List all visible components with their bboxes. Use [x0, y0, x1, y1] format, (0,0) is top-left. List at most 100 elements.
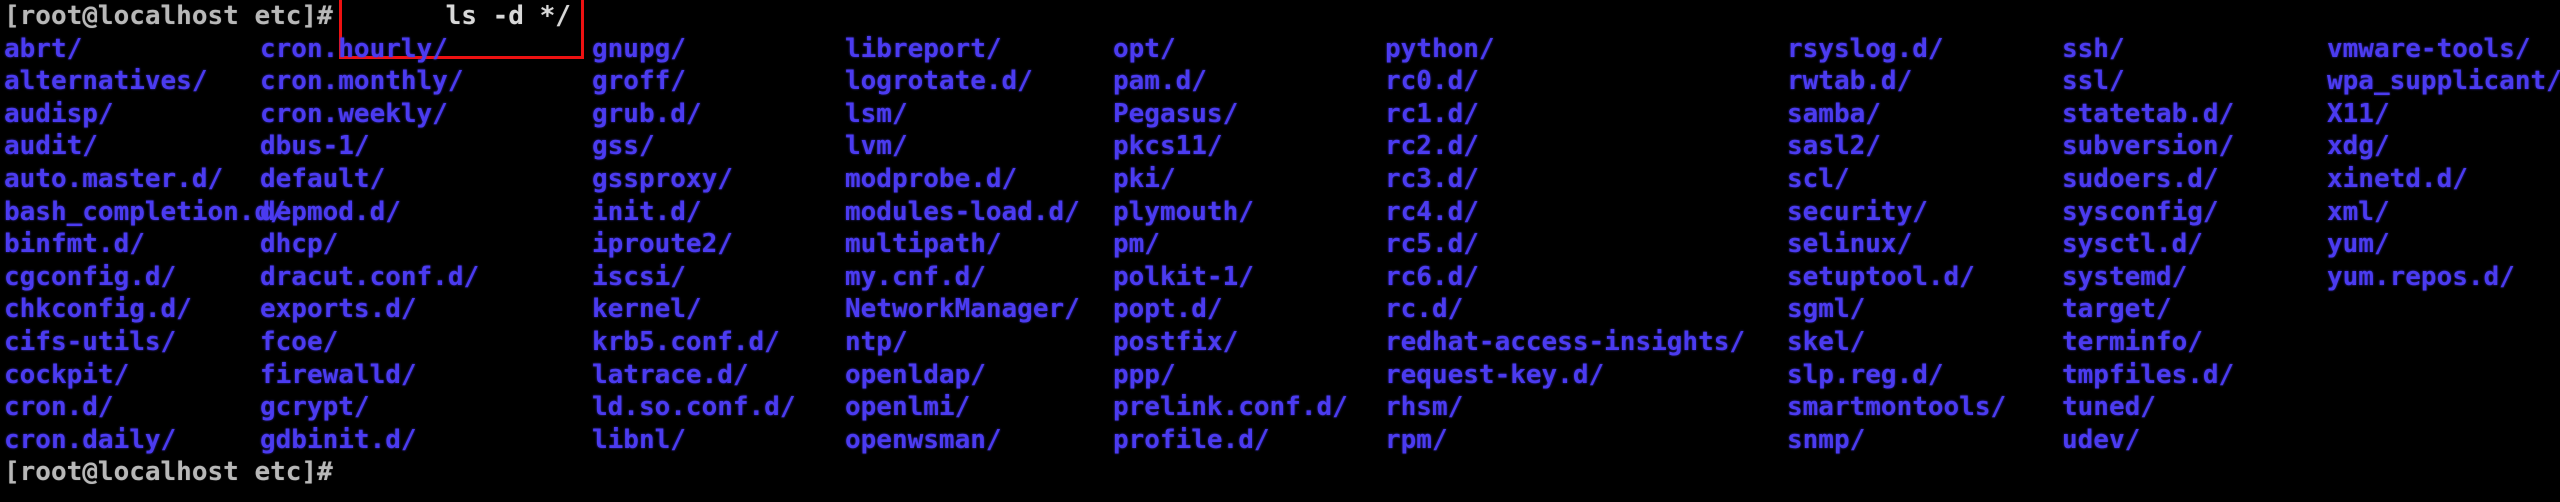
directory-entry[interactable]: rc.d/ [1385, 293, 1787, 326]
directory-entry[interactable]: audit/ [4, 130, 260, 163]
directory-entry[interactable]: binfmt.d/ [4, 228, 260, 261]
directory-entry[interactable]: sysctl.d/ [2062, 228, 2327, 261]
directory-entry[interactable]: subversion/ [2062, 130, 2327, 163]
directory-entry[interactable]: logrotate.d/ [845, 65, 1113, 98]
directory-entry[interactable]: request-key.d/ [1385, 359, 1787, 392]
directory-entry[interactable]: gnupg/ [592, 33, 845, 66]
directory-entry[interactable]: grub.d/ [592, 98, 845, 131]
directory-entry[interactable]: X11/ [2327, 98, 2560, 131]
directory-entry[interactable]: selinux/ [1787, 228, 2062, 261]
directory-entry[interactable]: dbus-1/ [260, 130, 592, 163]
directory-entry[interactable]: profile.d/ [1113, 424, 1385, 457]
directory-entry[interactable]: slp.reg.d/ [1787, 359, 2062, 392]
directory-entry[interactable]: libreport/ [845, 33, 1113, 66]
directory-entry[interactable]: cron.monthly/ [260, 65, 592, 98]
directory-entry[interactable]: abrt/ [4, 33, 260, 66]
directory-entry[interactable]: openldap/ [845, 359, 1113, 392]
directory-entry[interactable]: openwsman/ [845, 424, 1113, 457]
directory-entry[interactable]: NetworkManager/ [845, 293, 1113, 326]
directory-entry[interactable]: opt/ [1113, 33, 1385, 66]
directory-entry[interactable]: groff/ [592, 65, 845, 98]
directory-entry[interactable]: sudoers.d/ [2062, 163, 2327, 196]
directory-entry[interactable]: scl/ [1787, 163, 2062, 196]
directory-entry[interactable]: kernel/ [592, 293, 845, 326]
directory-entry[interactable]: skel/ [1787, 326, 2062, 359]
directory-entry[interactable]: lvm/ [845, 130, 1113, 163]
directory-entry[interactable]: setuptool.d/ [1787, 261, 2062, 294]
directory-entry[interactable]: gssproxy/ [592, 163, 845, 196]
directory-entry[interactable]: chkconfig.d/ [4, 293, 260, 326]
directory-entry[interactable]: rwtab.d/ [1787, 65, 2062, 98]
directory-entry[interactable]: popt.d/ [1113, 293, 1385, 326]
directory-entry[interactable]: rhsm/ [1385, 391, 1787, 424]
directory-entry[interactable]: rc2.d/ [1385, 130, 1787, 163]
directory-entry[interactable]: tuned/ [2062, 391, 2327, 424]
directory-entry[interactable]: multipath/ [845, 228, 1113, 261]
directory-entry[interactable]: yum.repos.d/ [2327, 261, 2560, 294]
directory-entry[interactable]: sysconfig/ [2062, 196, 2327, 229]
directory-entry[interactable]: yum/ [2327, 228, 2560, 261]
directory-entry[interactable]: rsyslog.d/ [1787, 33, 2062, 66]
directory-entry[interactable]: cron.weekly/ [260, 98, 592, 131]
directory-entry[interactable]: xml/ [2327, 196, 2560, 229]
directory-entry[interactable]: cgconfig.d/ [4, 261, 260, 294]
directory-entry[interactable]: systemd/ [2062, 261, 2327, 294]
directory-entry[interactable]: auto.master.d/ [4, 163, 260, 196]
directory-entry[interactable]: modprobe.d/ [845, 163, 1113, 196]
directory-entry[interactable]: gss/ [592, 130, 845, 163]
directory-entry[interactable]: smartmontools/ [1787, 391, 2062, 424]
directory-entry[interactable]: wpa_supplicant/ [2327, 65, 2560, 98]
directory-entry[interactable]: pkcs11/ [1113, 130, 1385, 163]
directory-entry[interactable]: prelink.conf.d/ [1113, 391, 1385, 424]
directory-entry[interactable]: openlmi/ [845, 391, 1113, 424]
directory-entry[interactable]: sgml/ [1787, 293, 2062, 326]
directory-entry[interactable]: xdg/ [2327, 130, 2560, 163]
directory-entry[interactable]: target/ [2062, 293, 2327, 326]
directory-entry[interactable]: xinetd.d/ [2327, 163, 2560, 196]
directory-entry[interactable]: snmp/ [1787, 424, 2062, 457]
directory-entry[interactable]: depmod.d/ [260, 196, 592, 229]
directory-entry[interactable]: dhcp/ [260, 228, 592, 261]
directory-entry[interactable]: python/ [1385, 33, 1787, 66]
directory-entry[interactable]: rc6.d/ [1385, 261, 1787, 294]
directory-entry[interactable]: rc5.d/ [1385, 228, 1787, 261]
directory-entry[interactable]: audisp/ [4, 98, 260, 131]
directory-entry[interactable]: ntp/ [845, 326, 1113, 359]
directory-entry[interactable]: ppp/ [1113, 359, 1385, 392]
directory-entry[interactable]: iproute2/ [592, 228, 845, 261]
directory-entry[interactable]: samba/ [1787, 98, 2062, 131]
directory-entry[interactable]: rpm/ [1385, 424, 1787, 457]
directory-entry[interactable]: modules-load.d/ [845, 196, 1113, 229]
directory-entry[interactable]: Pegasus/ [1113, 98, 1385, 131]
directory-entry[interactable]: terminfo/ [2062, 326, 2327, 359]
terminal-window[interactable]: [root@localhost etc]# ls -d */ abrt/cron… [0, 0, 2560, 502]
directory-entry[interactable]: gcrypt/ [260, 391, 592, 424]
directory-entry[interactable]: cron.d/ [4, 391, 260, 424]
directory-entry[interactable]: redhat-access-insights/ [1385, 326, 1787, 359]
directory-entry[interactable]: alternatives/ [4, 65, 260, 98]
directory-entry[interactable]: ld.so.conf.d/ [592, 391, 845, 424]
directory-entry[interactable]: udev/ [2062, 424, 2327, 457]
directory-entry[interactable]: cockpit/ [4, 359, 260, 392]
directory-entry[interactable]: pam.d/ [1113, 65, 1385, 98]
directory-entry[interactable]: iscsi/ [592, 261, 845, 294]
directory-entry[interactable]: tmpfiles.d/ [2062, 359, 2327, 392]
directory-entry[interactable]: plymouth/ [1113, 196, 1385, 229]
directory-entry[interactable]: rc4.d/ [1385, 196, 1787, 229]
directory-entry[interactable]: rc0.d/ [1385, 65, 1787, 98]
directory-entry[interactable]: cron.hourly/ [260, 33, 592, 66]
directory-entry[interactable]: libnl/ [592, 424, 845, 457]
directory-entry[interactable]: polkit-1/ [1113, 261, 1385, 294]
directory-entry[interactable]: bash_completion.d/ [4, 196, 286, 229]
directory-entry[interactable]: latrace.d/ [592, 359, 845, 392]
directory-entry[interactable]: postfix/ [1113, 326, 1385, 359]
directory-entry[interactable]: krb5.conf.d/ [592, 326, 845, 359]
directory-entry[interactable]: cron.daily/ [4, 424, 260, 457]
directory-entry[interactable]: ssh/ [2062, 33, 2327, 66]
directory-entry[interactable]: dracut.conf.d/ [260, 261, 592, 294]
directory-entry[interactable]: rc3.d/ [1385, 163, 1787, 196]
directory-entry[interactable]: exports.d/ [260, 293, 592, 326]
directory-entry[interactable]: rc1.d/ [1385, 98, 1787, 131]
directory-entry[interactable]: firewalld/ [260, 359, 592, 392]
directory-entry[interactable]: statetab.d/ [2062, 98, 2327, 131]
